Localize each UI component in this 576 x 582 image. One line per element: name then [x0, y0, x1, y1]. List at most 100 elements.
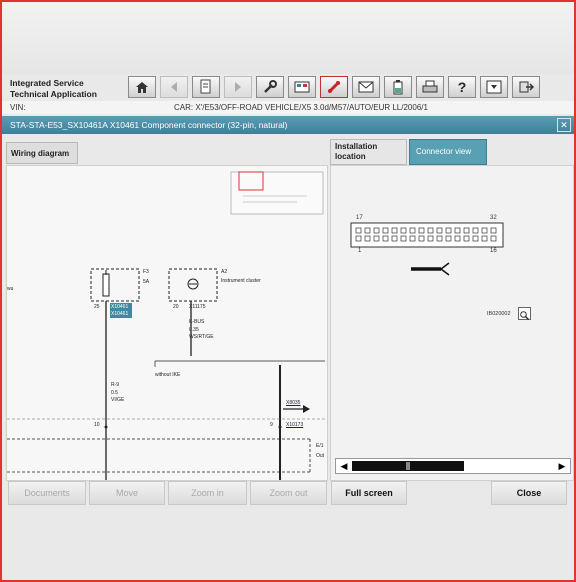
car-label: CAR: [174, 103, 194, 112]
document-icon[interactable] [192, 76, 220, 98]
app-title: Integrated Service Technical Application [10, 78, 97, 100]
connector-pin [454, 227, 461, 234]
close-button[interactable]: Close [491, 481, 567, 505]
right-connector-link[interactable]: X10173 [286, 422, 303, 428]
connector-pin [355, 227, 362, 234]
wiring-diagram-panel[interactable]: wu F3 5A 25 X10461 X10461 A2 Instrument … [6, 165, 328, 481]
tab-installation-line1: Installation [335, 142, 378, 151]
connection-icon[interactable] [320, 76, 348, 98]
connector-pin [409, 227, 416, 234]
fuse-rating-label: 5A [143, 279, 150, 285]
connector-pin [445, 235, 452, 242]
pin-1-label: 1 [358, 248, 362, 254]
cluster-box [168, 268, 218, 302]
screen-frame: Integrated Service Technical Application… [0, 0, 576, 582]
scroll-left-icon[interactable]: ◀ [338, 460, 350, 472]
right-edge-label-1: E/1 [316, 443, 324, 449]
connector-pin [481, 227, 488, 234]
tab-wiring-diagram[interactable]: Wiring diagram [6, 142, 78, 164]
wrench-icon[interactable] [256, 76, 284, 98]
connector-pin [418, 227, 425, 234]
connector-pin [391, 227, 398, 234]
download-icon[interactable] [480, 76, 508, 98]
scrollbar-grip [406, 462, 410, 470]
zoom-icon[interactable] [518, 307, 531, 321]
connector-pin [409, 235, 416, 242]
window-title: STA-STA-E53_SX10461A X10461 Component co… [10, 120, 288, 130]
connector-pin [373, 227, 380, 234]
connector-pin [472, 227, 479, 234]
battery-icon[interactable] [384, 76, 412, 98]
right-edge-label-2: Out [316, 453, 325, 459]
close-icon[interactable]: ✕ [557, 118, 571, 132]
tab-installation-line2: location [335, 152, 366, 161]
window-titlebar: STA-STA-E53_SX10461A X10461 Component co… [2, 116, 574, 134]
toolbar: ? [128, 76, 540, 100]
move-button[interactable]: Move [89, 481, 165, 505]
full-screen-button[interactable]: Full screen [331, 481, 407, 505]
connector-pin [427, 235, 434, 242]
connector-pin [364, 227, 371, 234]
connector-pin [382, 235, 389, 242]
scroll-right-icon[interactable]: ▶ [556, 460, 568, 472]
help-icon[interactable]: ? [448, 76, 476, 98]
scrollbar-thumb[interactable] [352, 461, 464, 471]
fuse-id-label: F3 [143, 269, 149, 275]
connector-pin [418, 235, 425, 242]
documents-button[interactable]: Documents [8, 481, 86, 505]
connector-pin [400, 227, 407, 234]
tab-installation-location[interactable]: Installation location [330, 139, 407, 165]
cluster-id-label: A2 [221, 269, 228, 275]
cluster-connector-label: X11175 [189, 304, 206, 310]
without-ike-label: without IKE [155, 372, 181, 378]
image-id-label: IB020002 [487, 311, 511, 317]
fuse-box [90, 268, 140, 302]
connector-pin [481, 235, 488, 242]
printer-icon[interactable] [416, 76, 444, 98]
wire-id-label: R-9 [111, 382, 120, 388]
car-value: X'/E53/OFF-ROAD VEHICLE/X5 3.0d/M57/AUTO… [195, 103, 428, 112]
exit-icon[interactable] [512, 76, 540, 98]
zoom-in-button[interactable]: Zoom in [168, 481, 247, 505]
pin-16-label: 16 [490, 248, 497, 254]
connector-outline [350, 222, 504, 248]
arrow-reference-link[interactable]: X8035 [286, 400, 300, 406]
connector-pin [472, 235, 479, 242]
node-left-label: 10 [94, 422, 100, 428]
zoom-out-button[interactable]: Zoom out [250, 481, 327, 505]
fuse-connector-b: X10461 [111, 311, 129, 317]
vehicle-bar: VIN: CAR: X'/E53/OFF-ROAD VEHICLE/X5 3.0… [2, 101, 574, 114]
connector-pin [364, 235, 371, 242]
connector-view-panel: 17 32 1 16 IB020002 [330, 165, 574, 481]
diagnosis-icon[interactable] [288, 76, 316, 98]
connector-pin [391, 235, 398, 242]
connector-pin [445, 227, 452, 234]
back-icon[interactable] [160, 76, 188, 98]
tab-connector-view[interactable]: Connector view [409, 139, 487, 165]
fuse-symbol [102, 273, 110, 297]
diagram-left-edge-label: wu [7, 286, 14, 292]
horizontal-scrollbar[interactable]: ◀ ▶ [335, 458, 571, 474]
connector-pin [427, 227, 434, 234]
top-area [2, 2, 574, 74]
kbus-label: K-BUS [189, 319, 205, 325]
fuse-connector-a: X10461 [111, 304, 129, 310]
vin-label: VIN: [10, 103, 26, 112]
mail-icon[interactable] [352, 76, 380, 98]
forward-icon[interactable] [224, 76, 252, 98]
connector-pin [463, 227, 470, 234]
kbus-size-label: 0.35 [189, 327, 199, 333]
connector-pin [373, 235, 380, 242]
kbus-color-label: WS/RT/GE [189, 334, 214, 340]
connector-pin [436, 235, 443, 242]
connector-pin [436, 227, 443, 234]
connector-drawing [350, 222, 504, 276]
connector-pin [454, 235, 461, 242]
cluster-pin-label: 20 [173, 304, 179, 310]
node-right-label: 9 [270, 422, 273, 428]
car-info: CAR: X'/E53/OFF-ROAD VEHICLE/X5 3.0d/M57… [174, 103, 428, 112]
connector-pin [355, 235, 362, 242]
home-icon[interactable] [128, 76, 156, 98]
connector-pin [382, 227, 389, 234]
wire-size-label: 0.5 [111, 390, 118, 396]
